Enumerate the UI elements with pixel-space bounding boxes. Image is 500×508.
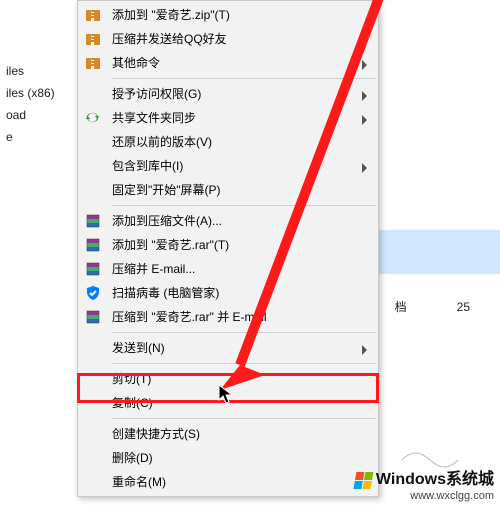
menu-item[interactable]: 包含到库中(I) xyxy=(78,154,378,178)
menu-item[interactable]: 复制(C) xyxy=(78,391,378,415)
menu-item[interactable]: 压缩到 "爱奇艺.rar" 并 E-mail xyxy=(78,305,378,329)
menu-item-label: 还原以前的版本(V) xyxy=(112,135,212,149)
menu-separator xyxy=(112,418,376,419)
tree-item[interactable]: e xyxy=(0,126,77,148)
menu-item-label: 其他命令 xyxy=(112,56,160,70)
menu-item[interactable]: 共享文件夹同步 xyxy=(78,106,378,130)
menu-item[interactable]: 添加到 "爱奇艺.rar"(T) xyxy=(78,233,378,257)
menu-item-label: 添加到 "爱奇艺.rar"(T) xyxy=(112,238,229,252)
tree-item[interactable]: oad xyxy=(0,104,77,126)
menu-item-label: 共享文件夹同步 xyxy=(112,111,196,125)
menu-item-label: 授予访问权限(G) xyxy=(112,87,201,101)
menu-item-label: 创建快捷方式(S) xyxy=(112,427,200,441)
list-cell: 25 xyxy=(440,296,470,318)
menu-item-label: 剪切(T) xyxy=(112,372,151,386)
menu-item[interactable]: 添加到 "爱奇艺.zip"(T) xyxy=(78,3,378,27)
zip-icon xyxy=(84,6,102,24)
rar-icon xyxy=(84,308,102,326)
menu-item-label: 重命名(M) xyxy=(112,475,166,489)
menu-separator xyxy=(112,78,376,79)
zip-icon xyxy=(84,54,102,72)
menu-item[interactable]: 授予访问权限(G) xyxy=(78,82,378,106)
context-menu: 添加到 "爱奇艺.zip"(T) 压缩并发送给QQ好友其他命令授予访问权限(G) 共… xyxy=(77,0,379,497)
menu-item[interactable]: 重命名(M) xyxy=(78,470,378,494)
rar-icon xyxy=(84,212,102,230)
menu-item[interactable]: 添加到压缩文件(A)... xyxy=(78,209,378,233)
menu-item-label: 压缩并 E-mail... xyxy=(112,262,195,276)
menu-item[interactable]: 扫描病毒 (电脑管家) xyxy=(78,281,378,305)
chevron-right-icon xyxy=(360,86,370,102)
menu-item-label: 添加到 "爱奇艺.zip"(T) xyxy=(112,8,230,22)
menu-item-label: 发送到(N) xyxy=(112,341,165,355)
chevron-right-icon xyxy=(360,158,370,174)
menu-item[interactable]: 压缩并 E-mail... xyxy=(78,257,378,281)
menu-separator xyxy=(112,332,376,333)
rar-icon xyxy=(84,260,102,278)
menu-separator xyxy=(112,205,376,206)
menu-item-label: 复制(C) xyxy=(112,396,153,410)
chevron-right-icon xyxy=(360,110,370,126)
shield-icon xyxy=(84,284,102,302)
menu-item[interactable]: 创建快捷方式(S) xyxy=(78,422,378,446)
menu-item[interactable]: 剪切(T) xyxy=(78,367,378,391)
menu-item-label: 添加到压缩文件(A)... xyxy=(112,214,222,228)
tree-item[interactable]: iles (x86) xyxy=(0,82,77,104)
menu-item[interactable]: 其他命令 xyxy=(78,51,378,75)
chevron-right-icon xyxy=(360,55,370,71)
menu-item[interactable]: 还原以前的版本(V) xyxy=(78,130,378,154)
menu-item[interactable]: 固定到"开始"屏幕(P) xyxy=(78,178,378,202)
sync-icon xyxy=(84,109,102,127)
menu-item[interactable]: 删除(D) xyxy=(78,446,378,470)
menu-separator xyxy=(112,363,376,364)
chevron-right-icon xyxy=(360,340,370,356)
menu-item-label: 压缩并发送给QQ好友 xyxy=(112,32,227,46)
rar-icon xyxy=(84,236,102,254)
menu-item-label: 删除(D) xyxy=(112,451,153,465)
menu-item[interactable]: 发送到(N) xyxy=(78,336,378,360)
menu-item-label: 压缩到 "爱奇艺.rar" 并 E-mail xyxy=(112,310,267,324)
decorative-curve xyxy=(400,450,460,470)
watermark-title: Windows系统城 xyxy=(376,470,494,490)
zip-icon xyxy=(84,30,102,48)
menu-item-label: 包含到库中(I) xyxy=(112,159,183,173)
tree-item[interactable]: iles xyxy=(0,60,77,82)
menu-item-label: 固定到"开始"屏幕(P) xyxy=(112,183,221,197)
menu-item[interactable]: 压缩并发送给QQ好友 xyxy=(78,27,378,51)
menu-item-label: 扫描病毒 (电脑管家) xyxy=(112,286,219,300)
nav-tree: iles iles (x86) oad e xyxy=(0,0,77,508)
